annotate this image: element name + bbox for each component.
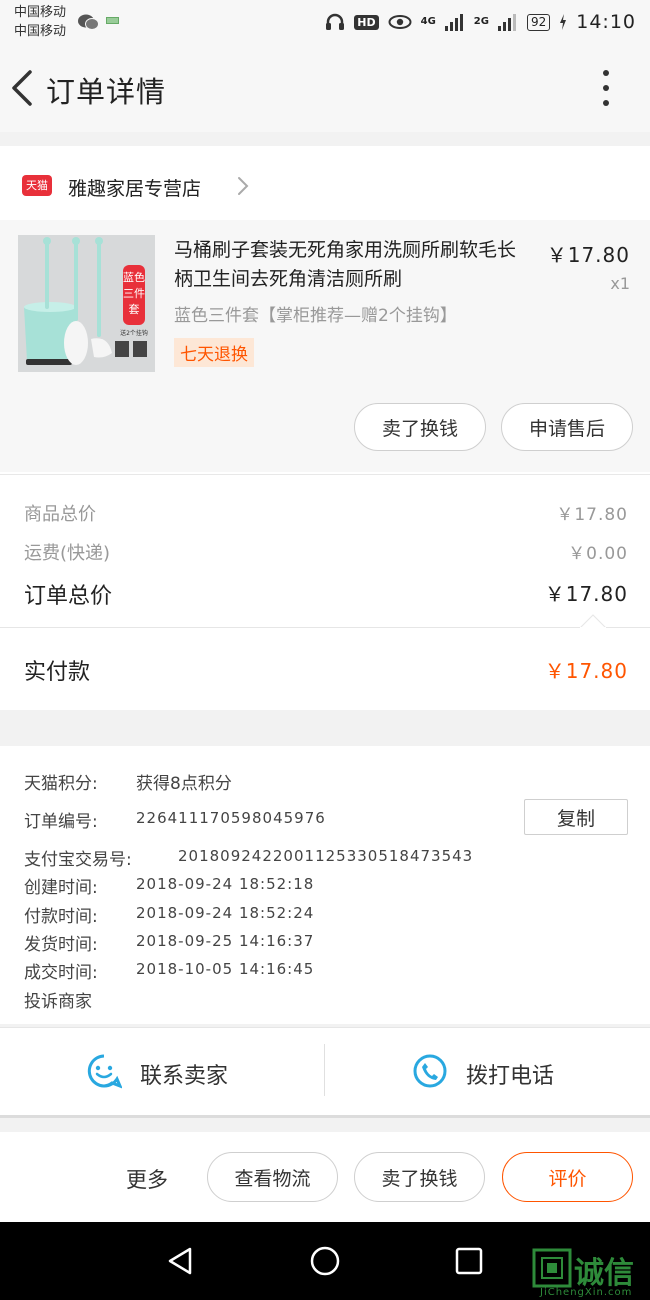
- order-total-label: 订单总价: [24, 584, 113, 609]
- divider: [0, 1027, 650, 1028]
- vertical-dots-icon[interactable]: [596, 70, 616, 106]
- copy-button[interactable]: 复制: [524, 799, 628, 835]
- product-title[interactable]: 马桶刷子套装无死角家用洗厕所刷软毛长柄卫生间去死角清洁厕所刷: [174, 236, 534, 294]
- network-type-1: 4G: [420, 16, 436, 27]
- paid-time-label: 付款时间:: [24, 907, 98, 927]
- watermark-text: 诚信: [574, 1256, 634, 1291]
- caret-up-icon: [580, 614, 606, 628]
- order-no-label: 订单编号:: [24, 812, 98, 832]
- shipped-label: 发货时间:: [24, 935, 98, 955]
- nav-home-icon[interactable]: [309, 1245, 341, 1277]
- divider: [0, 474, 650, 475]
- charging-icon: [560, 14, 567, 30]
- logistics-button[interactable]: 查看物流: [207, 1152, 338, 1202]
- product-price: ￥17.80: [546, 243, 630, 267]
- status-right: HD 4G 2G 92 14:10: [325, 8, 636, 36]
- page-title: 订单详情: [46, 75, 167, 109]
- svg-text:套: 套: [129, 303, 140, 316]
- paid-label: 实付款: [24, 660, 91, 685]
- call-button[interactable]: 拨打电话: [466, 1058, 554, 1090]
- store-name[interactable]: 雅趣家居专营店: [68, 174, 201, 201]
- chat-face-icon[interactable]: [86, 1053, 122, 1089]
- after-sale-button[interactable]: 申请售后: [501, 403, 633, 451]
- watermark-logo: [532, 1248, 572, 1292]
- product-quantity: x1: [610, 274, 630, 293]
- carrier-2: 中国移动: [14, 24, 67, 39]
- network-type-2: 2G: [473, 16, 489, 27]
- nav-recents-icon[interactable]: [455, 1247, 483, 1275]
- signal-icon-2: [497, 14, 516, 31]
- svg-text:三件: 三件: [123, 287, 145, 300]
- svg-text:送2个挂钩: 送2个挂钩: [120, 329, 148, 337]
- divider: [324, 1044, 325, 1096]
- clock: 14:10: [576, 11, 636, 33]
- nav-back-icon[interactable]: [166, 1246, 194, 1276]
- divider: [0, 1115, 650, 1118]
- resell-button-bottom[interactable]: 卖了换钱: [354, 1152, 485, 1202]
- points-label: 天猫积分:: [24, 774, 98, 794]
- points-value: 获得8点积分: [136, 774, 232, 794]
- more-button[interactable]: 更多: [126, 1164, 168, 1194]
- paid-value: ￥17.80: [544, 659, 628, 683]
- order-no-value: 226411170598045976: [136, 809, 326, 827]
- shipping-label: 运费(快递): [24, 543, 111, 564]
- contact-seller-button[interactable]: 联系卖家: [140, 1058, 228, 1090]
- complaint-link[interactable]: 投诉商家: [24, 987, 92, 1012]
- completed-value: 2018-10-05 14:16:45: [136, 960, 315, 978]
- shipped-value: 2018-09-25 14:16:37: [136, 932, 315, 950]
- goods-total-label: 商品总价: [24, 504, 96, 525]
- headphones-icon: [326, 13, 345, 30]
- wechat-icon: [78, 14, 99, 30]
- toilet-brush-image: 蓝色 三件 套 送2个挂钩: [18, 235, 155, 372]
- created-value: 2018-09-24 18:52:18: [136, 875, 315, 893]
- chevron-right-icon[interactable]: [236, 175, 250, 197]
- hd-badge: HD: [354, 14, 379, 30]
- watermark-url: JiChengXin.com: [540, 1287, 633, 1298]
- review-button[interactable]: 评价: [502, 1152, 633, 1202]
- goods-total-value: ￥17.80: [556, 505, 628, 525]
- eye-icon: [388, 15, 412, 29]
- svg-text:蓝色: 蓝色: [123, 270, 145, 284]
- product-sku: 蓝色三件套【掌柜推荐—赠2个挂钩】: [174, 306, 457, 326]
- carrier-1: 中国移动: [14, 5, 67, 20]
- alipay-label: 支付宝交易号:: [24, 850, 132, 870]
- order-total-value: ￥17.80: [544, 582, 628, 606]
- created-label: 创建时间:: [24, 878, 98, 898]
- product-thumbnail[interactable]: 蓝色 三件 套 送2个挂钩: [18, 235, 155, 372]
- alipay-value: 2018092422001125330518473543: [178, 847, 474, 865]
- shipping-value: ￥0.00: [568, 544, 628, 564]
- divider: [0, 627, 650, 628]
- signal-icon-1: [444, 14, 463, 31]
- service-tag: 七天退换: [174, 338, 254, 367]
- notification-icon: [106, 17, 119, 24]
- battery-level: 92: [526, 13, 551, 31]
- chevron-left-icon[interactable]: [8, 68, 38, 108]
- phone-icon[interactable]: [412, 1053, 448, 1089]
- tmall-badge: 天猫: [22, 175, 52, 196]
- completed-label: 成交时间:: [24, 963, 98, 983]
- watermark-icon: [532, 1248, 572, 1288]
- paid-time-value: 2018-09-24 18:52:24: [136, 904, 315, 922]
- resell-button[interactable]: 卖了换钱: [354, 403, 486, 451]
- status-bar: 中国移动 中国移动 HD 4G 2G 92 14:10: [0, 0, 650, 46]
